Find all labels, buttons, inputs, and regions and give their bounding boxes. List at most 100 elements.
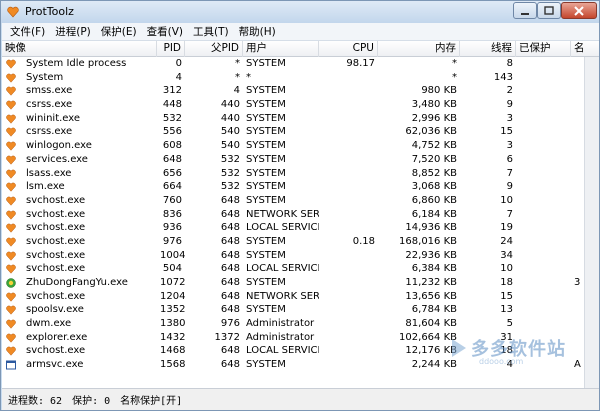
menu-process[interactable]: 进程(P) bbox=[51, 24, 97, 39]
orange-heart-icon bbox=[6, 73, 16, 83]
table-row[interactable]: svchost.exe 936 648 LOCAL SERVICE 14,936 KB 1… bbox=[2, 221, 599, 235]
process-cpu-cell bbox=[319, 98, 378, 112]
process-mem-cell: 168,016 KB bbox=[399, 235, 457, 247]
table-row[interactable]: winlogon.exe 608 540 SYSTEM 4,752 KB 3 bbox=[2, 139, 599, 153]
close-button[interactable] bbox=[561, 2, 597, 19]
table-row[interactable]: svchost.exe 976 648 SYSTEM 0.18 168,016 KB 24 bbox=[2, 235, 599, 249]
menu-help[interactable]: 帮助(H) bbox=[235, 24, 282, 39]
process-cpu-cell bbox=[319, 344, 378, 358]
table-row[interactable]: dwm.exe 1380 976 Administrator 81,604 KB 5 bbox=[2, 317, 599, 331]
table-row[interactable]: smss.exe 312 4 SYSTEM 980 KB 2 bbox=[2, 84, 599, 98]
table-row[interactable]: svchost.exe 836 648 NETWORK SER... 6,184 KB 7 bbox=[2, 208, 599, 222]
app-window: ProtToolz 文件(F) 进程(P) 保护(E) 查看(V) 工具(T) … bbox=[0, 0, 600, 411]
process-protected-cell bbox=[516, 208, 571, 222]
column-header-ppid[interactable]: 父PID bbox=[185, 41, 243, 57]
process-cpu-cell: 0.18 bbox=[352, 235, 375, 247]
process-name: explorer.exe bbox=[26, 331, 88, 343]
process-user-cell: SYSTEM bbox=[246, 359, 286, 371]
process-threads-cell: 6 bbox=[506, 153, 513, 165]
process-threads-cell: 3 bbox=[506, 140, 513, 152]
table-row[interactable]: svchost.exe 760 648 SYSTEM 6,860 KB 10 bbox=[2, 194, 599, 208]
column-header-protected[interactable]: 已保护 bbox=[516, 41, 571, 57]
process-protected-cell bbox=[516, 303, 571, 317]
menu-file[interactable]: 文件(F) bbox=[6, 24, 51, 39]
table-row[interactable]: lsass.exe 656 532 SYSTEM 8,852 KB 7 bbox=[2, 167, 599, 181]
menu-protect[interactable]: 保护(E) bbox=[97, 24, 143, 39]
process-name: ZhuDongFangYu.exe bbox=[26, 277, 128, 288]
process-cpu-cell bbox=[319, 153, 378, 167]
process-user-cell: SYSTEM bbox=[246, 235, 286, 247]
column-header-user[interactable]: 用户 bbox=[243, 41, 319, 57]
column-header-extra[interactable]: 名 bbox=[571, 41, 599, 57]
table-row[interactable]: lsm.exe 664 532 SYSTEM 3,068 KB 9 bbox=[2, 180, 599, 194]
table-row[interactable]: System 4 * * * 143 bbox=[2, 71, 599, 85]
process-mem-cell: 6,384 KB bbox=[411, 263, 457, 275]
process-cpu-cell bbox=[319, 167, 378, 181]
menu-tools[interactable]: 工具(T) bbox=[189, 24, 235, 39]
maximize-icon bbox=[544, 5, 554, 15]
orange-heart-icon bbox=[6, 223, 16, 233]
process-protected-cell bbox=[516, 249, 571, 263]
status-process-count: 进程数: 62 bbox=[8, 396, 63, 407]
table-row[interactable]: csrss.exe 556 540 SYSTEM 62,036 KB 15 bbox=[2, 125, 599, 139]
process-threads-cell: 8 bbox=[506, 58, 513, 69]
column-header-cpu[interactable]: CPU bbox=[319, 41, 378, 57]
process-pid-cell: 1432 bbox=[160, 331, 185, 343]
process-ppid-cell: 976 bbox=[220, 318, 240, 330]
table-row[interactable]: wininit.exe 532 440 SYSTEM 2,996 KB 3 bbox=[2, 112, 599, 126]
process-name-cell: dwm.exe bbox=[2, 317, 157, 331]
process-name-cell: ZhuDongFangYu.exe bbox=[2, 276, 157, 290]
process-ppid-cell: 648 bbox=[220, 263, 240, 275]
process-ppid-cell: 532 bbox=[220, 153, 240, 165]
process-mem-cell: 3,068 KB bbox=[411, 181, 457, 193]
orange-heart-icon bbox=[6, 169, 16, 179]
process-threads-cell: 18 bbox=[500, 277, 513, 288]
table-row[interactable]: services.exe 648 532 SYSTEM 7,520 KB 6 bbox=[2, 153, 599, 167]
table-row[interactable]: svchost.exe 1204 648 NETWORK SER... 13,656 K… bbox=[2, 290, 599, 304]
process-protected-cell bbox=[516, 221, 571, 235]
process-user-cell: SYSTEM bbox=[246, 112, 286, 124]
maximize-button[interactable] bbox=[537, 2, 561, 19]
process-threads-cell: 7 bbox=[506, 167, 513, 179]
process-threads-cell: 13 bbox=[500, 304, 513, 316]
process-ppid-cell: 440 bbox=[220, 99, 240, 111]
process-pid-cell: 656 bbox=[162, 167, 182, 179]
process-mem-cell: 4,752 KB bbox=[411, 140, 457, 152]
table-row[interactable]: spoolsv.exe 1352 648 SYSTEM 6,784 KB 13 bbox=[2, 303, 599, 317]
process-threads-cell: 9 bbox=[506, 99, 513, 111]
title-bar[interactable]: ProtToolz bbox=[1, 1, 599, 23]
shield-360-icon bbox=[6, 278, 16, 288]
vertical-scrollbar[interactable] bbox=[584, 57, 599, 388]
close-icon bbox=[574, 5, 584, 16]
table-row[interactable]: System Idle process 0 * SYSTEM 98.17 * 8 bbox=[2, 57, 599, 71]
orange-heart-icon bbox=[6, 141, 16, 151]
process-user-cell: LOCAL SERVICE bbox=[246, 263, 319, 275]
process-threads-cell: 19 bbox=[500, 222, 513, 234]
column-header-threads[interactable]: 线程 bbox=[460, 41, 516, 57]
table-row[interactable]: svchost.exe 504 648 LOCAL SERVICE 6,384 KB 10 bbox=[2, 262, 599, 276]
minimize-button[interactable] bbox=[513, 2, 537, 19]
process-ppid-cell: 532 bbox=[220, 181, 240, 193]
menu-view[interactable]: 查看(V) bbox=[143, 24, 189, 39]
process-protected-cell bbox=[516, 139, 571, 153]
process-user-cell: SYSTEM bbox=[246, 277, 286, 288]
column-header-pid[interactable]: PID bbox=[157, 41, 185, 57]
process-ppid-cell: 648 bbox=[220, 208, 240, 220]
column-header-memory[interactable]: 内存 bbox=[378, 41, 460, 57]
table-row[interactable]: svchost.exe 1004 648 SYSTEM 22,936 KB 34 bbox=[2, 249, 599, 263]
process-user-cell: SYSTEM bbox=[246, 194, 286, 206]
process-user-cell: NETWORK SER... bbox=[246, 208, 319, 220]
process-threads-cell: 143 bbox=[493, 71, 513, 83]
process-pid-cell: 4 bbox=[175, 71, 182, 83]
process-cpu-cell bbox=[319, 303, 378, 317]
process-mem-cell: 12,176 KB bbox=[405, 345, 457, 357]
process-name-cell: armsvc.exe bbox=[2, 358, 157, 372]
table-row[interactable]: csrss.exe 448 440 SYSTEM 3,480 KB 9 bbox=[2, 98, 599, 112]
process-protected-cell bbox=[516, 98, 571, 112]
process-cpu-cell bbox=[319, 139, 378, 153]
table-row[interactable]: ZhuDongFangYu.exe 1072 648 SYSTEM 11,232 KB 1… bbox=[2, 276, 599, 290]
process-pid-cell: 836 bbox=[162, 208, 182, 220]
process-user-cell: SYSTEM bbox=[246, 99, 286, 111]
column-header-name[interactable]: 映像 bbox=[2, 41, 157, 57]
process-name: services.exe bbox=[26, 153, 88, 165]
